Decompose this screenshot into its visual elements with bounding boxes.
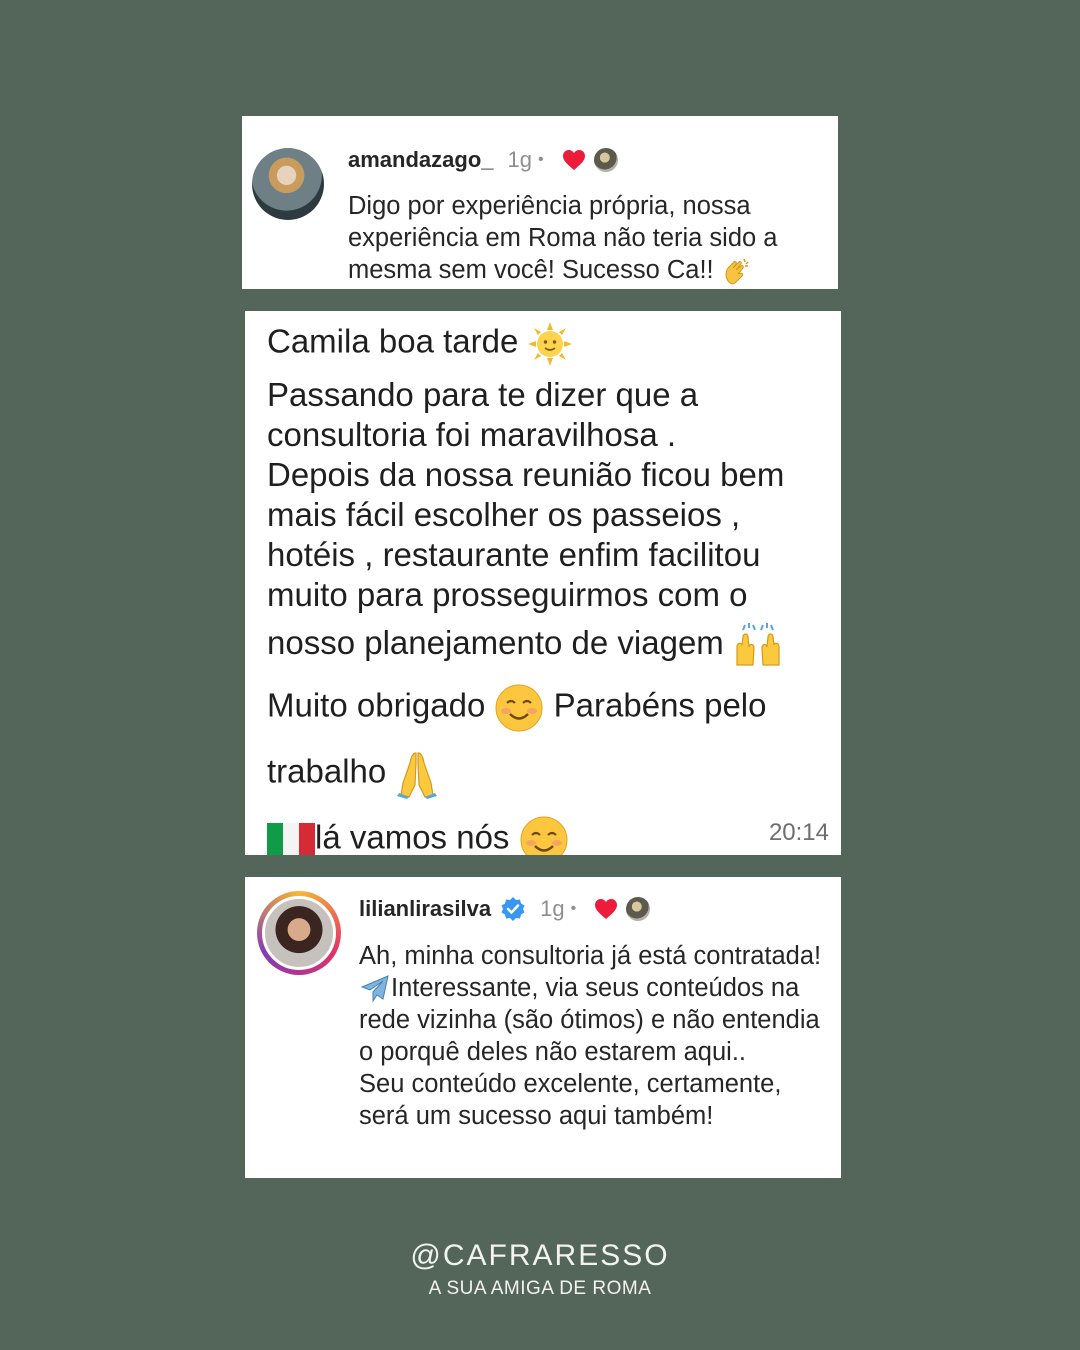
- comment-meta: lilianlirasilva 1g •: [359, 893, 651, 925]
- instagram-handle: @CAFRARESSO: [410, 1239, 670, 1272]
- message-text: Parabéns pelo: [544, 687, 767, 724]
- message-line: Camila boa tarde: [267, 321, 827, 367]
- comment-text: Ah, minha consultoria já está contratada…: [359, 940, 829, 1132]
- avatar[interactable]: [262, 896, 336, 970]
- liker-avatar: [593, 148, 618, 172]
- verified-badge-icon: [501, 897, 525, 921]
- comment-time: 1g: [540, 896, 565, 921]
- message-line: mais fácil escolher os passeios ,: [267, 496, 741, 533]
- heart-icon[interactable]: [594, 898, 618, 920]
- message-line: lá vamos nós: [267, 815, 827, 855]
- comment-card-amandazago: amandazago_ 1g • Digo por experiência pr…: [242, 116, 838, 289]
- comment-text: Digo por experiência própria, nossa expe…: [348, 190, 828, 286]
- message-text: nosso planejamento de viagem: [267, 624, 733, 661]
- comment-card-lilianlirasilva: lilianlirasilva 1g • Ah, minha consultor…: [245, 877, 841, 1178]
- avatar[interactable]: [252, 148, 324, 220]
- message-body: Camila boa tarde Passando para te dizer …: [267, 321, 827, 855]
- message-line: muito para prosseguirmos com o: [267, 576, 748, 613]
- italy-flag-icon: [267, 823, 315, 855]
- sun-face-icon: [528, 322, 573, 366]
- liker-avatar: [626, 897, 651, 921]
- comment-body: Interessante, via seus conteúdos na rede…: [359, 974, 820, 1067]
- message-text: Camila boa tarde: [267, 322, 528, 360]
- username[interactable]: amandazago_: [348, 147, 494, 173]
- comment-body: Digo por experiência própria, nossa expe…: [348, 192, 778, 284]
- message-line: Muito obrigado Parabéns pelo: [267, 683, 827, 733]
- username[interactable]: lilianlirasilva: [359, 896, 491, 922]
- message-line: consultoria foi maravilhosa .: [267, 416, 677, 453]
- message-text: lá vamos nós: [315, 819, 519, 855]
- message-text: Muito obrigado: [267, 687, 495, 724]
- message-line: trabalho: [267, 749, 827, 800]
- comment-body: Seu conteúdo excelente, certamente, será…: [359, 1070, 782, 1131]
- separator-dot: •: [570, 900, 577, 917]
- folded-hands-icon: [397, 752, 438, 800]
- smiling-face-icon: [520, 816, 568, 855]
- raising-hands-icon: [736, 623, 780, 666]
- comment-time: 1g: [507, 147, 532, 172]
- airplane-icon: [360, 975, 389, 1003]
- message-line: hotéis , restaurante enfim facilitou: [267, 536, 761, 573]
- heart-icon[interactable]: [562, 149, 586, 171]
- message-text: trabalho: [267, 753, 396, 790]
- message-line: Depois da nossa reunião ficou bem: [267, 456, 785, 493]
- comment-body: Ah, minha consultoria já está contratada…: [359, 942, 822, 970]
- tagline: A SUA AMIGA DE ROMA: [428, 1278, 652, 1299]
- message-timestamp: 20:14: [768, 819, 829, 846]
- separator-dot: •: [537, 151, 544, 168]
- message-line: nosso planejamento de viagem: [267, 623, 827, 667]
- message-line: Passando para te dizer que a: [267, 376, 699, 413]
- whatsapp-message: Camila boa tarde Passando para te dizer …: [245, 311, 841, 855]
- smiling-face-icon: [495, 684, 543, 732]
- comment-meta: amandazago_ 1g •: [348, 144, 618, 176]
- clapping-hands-icon: [725, 259, 749, 285]
